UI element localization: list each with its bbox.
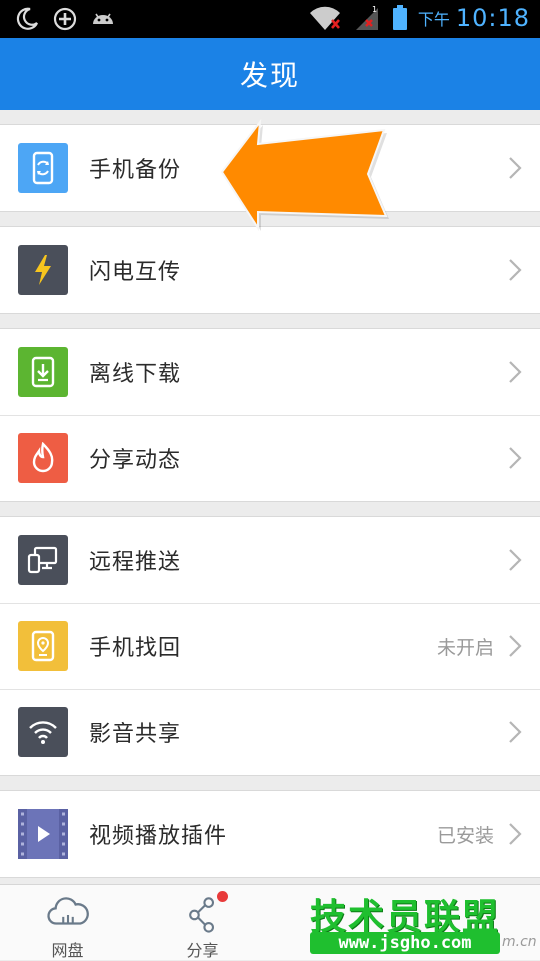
android-icon	[93, 13, 113, 24]
moon-icon	[16, 7, 38, 30]
battery-icon	[392, 5, 407, 30]
add-circle-icon	[53, 7, 77, 31]
location-pin-icon	[18, 621, 68, 671]
wifi-share-icon	[18, 707, 68, 757]
lightning-icon	[18, 245, 68, 295]
chevron-right-icon	[509, 157, 522, 179]
chevron-right-icon	[509, 361, 522, 383]
list-item-label: 视频播放插件	[89, 824, 228, 849]
list-item-remote-push[interactable]: 远程推送	[0, 517, 540, 603]
list-group-device: 远程推送 手机找回 未开启 影音共享	[0, 516, 540, 776]
chevron-right-icon	[509, 823, 522, 845]
wifi-icon	[309, 6, 340, 30]
list-item-label: 闪电互传	[89, 260, 182, 285]
cloud-icon	[46, 897, 89, 925]
chevron-right-icon	[509, 721, 522, 743]
list-item-phone-find[interactable]: 手机找回 未开启	[0, 603, 540, 689]
watermark-url: www.jsgho.com	[310, 932, 500, 954]
watermark-suffix: m.cn	[502, 934, 537, 950]
list-item-flash-transfer[interactable]: 闪电互传	[0, 227, 540, 313]
chevron-right-icon	[509, 549, 522, 571]
list-item-video-plugin[interactable]: 视频播放插件 已安装	[0, 791, 540, 877]
status-bar: 1 下午 10:18	[0, 0, 540, 38]
list-item-share-feed[interactable]: 分享动态	[0, 415, 540, 501]
list-item-label: 离线下载	[89, 362, 182, 387]
list-item-status: 已安装	[436, 824, 494, 847]
signal-icon: 1	[355, 5, 378, 30]
list-group-download-feed: 离线下载 分享动态	[0, 328, 540, 502]
list-item-media-share[interactable]: 影音共享	[0, 689, 540, 775]
video-play-icon	[18, 809, 68, 859]
chevron-right-icon	[509, 635, 522, 657]
annotation-arrow-icon	[220, 118, 389, 232]
chevron-right-icon	[509, 259, 522, 281]
devices-icon	[18, 535, 68, 585]
share-icon	[188, 897, 214, 933]
signal-badge: 1	[372, 5, 377, 14]
list-item-label: 影音共享	[89, 722, 182, 747]
list-group-plugin: 视频播放插件 已安装	[0, 790, 540, 878]
chevron-right-icon	[509, 447, 522, 469]
watermark-logo: 技术员联盟 www.jsgho.com m.cn	[306, 888, 540, 958]
list-item-status: 未开启	[436, 636, 494, 659]
status-time: 10:18	[455, 4, 530, 32]
list-item-label: 手机备份	[89, 158, 182, 183]
tab-label: 分享	[186, 941, 219, 960]
flame-icon	[18, 433, 68, 483]
list-item-label: 分享动态	[89, 448, 182, 473]
title-bar: 发现	[0, 38, 540, 110]
list-group-flash: 闪电互传	[0, 226, 540, 314]
status-right-icons: 1 下午 10:18	[308, 4, 530, 32]
download-icon	[18, 347, 68, 397]
list-item-offline-download[interactable]: 离线下载	[0, 329, 540, 415]
phone-sync-icon	[18, 143, 68, 193]
tab-cloud-drive[interactable]: 网盘	[0, 885, 135, 961]
tab-share[interactable]: 分享	[135, 885, 270, 961]
list-item-label: 远程推送	[89, 550, 182, 575]
status-left-icons	[14, 6, 116, 32]
tab-label: 网盘	[51, 941, 84, 960]
list-item-label: 手机找回	[89, 636, 182, 661]
notification-dot	[217, 891, 228, 902]
page-title: 发现	[239, 59, 300, 92]
status-ampm: 下午	[417, 10, 450, 29]
